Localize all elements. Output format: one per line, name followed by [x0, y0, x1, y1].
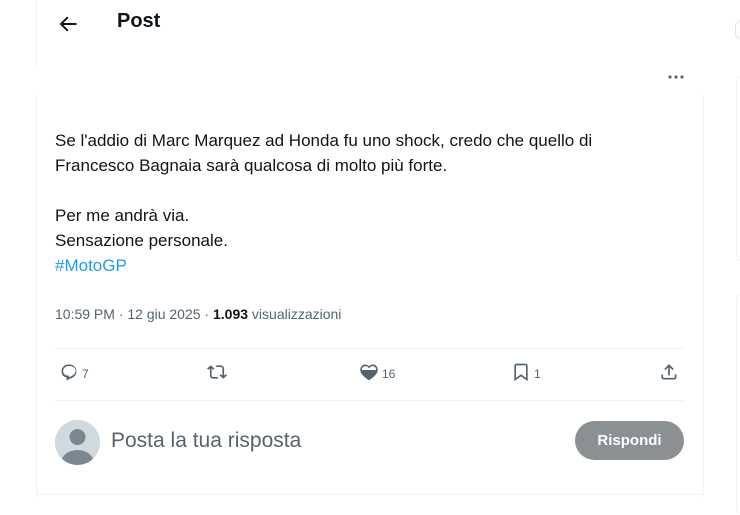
bookmark-button[interactable]: 1 [511, 362, 541, 385]
reply-composer: Posta la tua risposta Rispondi [55, 418, 685, 466]
post-text: Se l'addio di Marc Marquez ad Honda fu u… [55, 128, 685, 278]
page-title: Post [117, 10, 161, 32]
reply-button[interactable]: 7 [59, 362, 89, 385]
more-icon[interactable] [667, 66, 685, 84]
reply-input[interactable]: Posta la tua risposta [111, 429, 301, 453]
views-count: 1.093 [213, 306, 249, 322]
share-icon [659, 362, 679, 385]
column-border [703, 95, 704, 497]
views-label: visualizzazioni [248, 306, 342, 322]
retweet-button[interactable] [207, 362, 230, 385]
post-body: Se l'addio di Marc Marquez ad Honda fu u… [55, 131, 593, 250]
share-button[interactable] [659, 362, 679, 385]
like-button[interactable]: 16 [359, 362, 395, 385]
divider [55, 400, 685, 401]
sidebar-search-edge [735, 20, 740, 40]
bookmark-icon [511, 362, 531, 385]
reply-count: 7 [82, 366, 89, 381]
post-timestamp[interactable]: 10:59 PM · 12 giu 2025 · [55, 306, 213, 322]
back-arrow-icon[interactable] [56, 12, 80, 36]
post-meta: 10:59 PM · 12 giu 2025 · 1.093 visualizz… [55, 306, 341, 322]
column-border [36, 95, 37, 497]
retweet-icon [207, 362, 227, 385]
like-count: 16 [382, 366, 396, 381]
bookmark-count: 1 [534, 366, 541, 381]
like-icon [359, 362, 379, 385]
action-bar: 7 16 1 [55, 360, 685, 388]
post-header: Post [36, 0, 704, 48]
column-border [36, 494, 704, 495]
reply-submit-button[interactable]: Rispondi [575, 421, 684, 460]
avatar[interactable] [55, 420, 100, 465]
reply-icon [59, 362, 79, 385]
sidebar-panel-edge [736, 75, 740, 262]
divider [55, 348, 685, 349]
sidebar-panel-edge [736, 293, 740, 515]
hashtag-link[interactable]: #MotoGP [55, 256, 127, 275]
